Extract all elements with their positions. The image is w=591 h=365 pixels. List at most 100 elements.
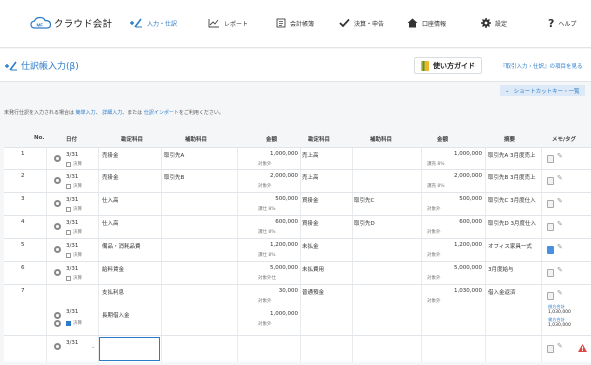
debit-account[interactable]: 給料賃金 <box>102 265 124 273</box>
summary[interactable]: 借入金返済 <box>488 288 516 296</box>
memo-icon[interactable] <box>547 246 554 254</box>
summary[interactable]: 3月度給与 <box>488 265 514 273</box>
debit-account[interactable]: 売掛金 <box>102 151 119 159</box>
summary[interactable]: 取引先C 3月度仕入 <box>488 196 536 204</box>
paperclip-icon[interactable]: ✎ <box>557 197 563 205</box>
page-title: 仕訳帳入力(β) <box>4 59 79 72</box>
closing-checkbox[interactable] <box>66 276 71 281</box>
shortcut-keys-button[interactable]: ⌄ ショートカットキー・一覧 <box>500 85 585 96</box>
memo-icon[interactable] <box>547 223 554 231</box>
row-select-radio[interactable] <box>54 246 61 253</box>
debit-sub-account[interactable]: 取引先A <box>164 151 184 159</box>
date-cell[interactable]: 3/31 <box>66 266 78 272</box>
debit-amount[interactable]: 500,000 <box>275 196 298 202</box>
memo-icon[interactable] <box>547 292 554 300</box>
debit-sub-account[interactable]: 取引先B <box>164 173 184 181</box>
debit-amount[interactable]: 1,000,000 <box>270 151 298 157</box>
row-select-radio[interactable] <box>54 200 61 207</box>
nav-settings[interactable]: 設定 <box>481 13 507 33</box>
memo-icon[interactable] <box>547 177 554 185</box>
credit-amount[interactable]: 500,000 <box>459 196 482 202</box>
summary[interactable]: 取引先D 3月度仕入 <box>488 219 536 227</box>
row-number: 1 <box>21 151 25 157</box>
debit-account[interactable]: 長期借入金 <box>102 311 130 319</box>
paperclip-icon[interactable]: ✎ <box>557 174 563 182</box>
row-select-radio[interactable] <box>54 223 61 230</box>
date-cell[interactable]: 3/31 <box>66 243 78 249</box>
paperclip-icon[interactable]: ✎ <box>557 289 563 297</box>
credit-amount[interactable]: 1,030,000 <box>454 288 482 294</box>
row-select-radio[interactable] <box>54 343 61 350</box>
chart-icon <box>208 18 220 28</box>
paperclip-icon[interactable]: ✎ <box>557 152 563 160</box>
credit-account[interactable]: 買掛金 <box>302 196 319 204</box>
date-cell[interactable]: 3/31 <box>66 152 78 158</box>
credit-amount[interactable]: 1,000,000 <box>454 151 482 157</box>
memo-icon[interactable] <box>547 200 554 208</box>
debit-account[interactable]: 仕入高 <box>102 196 119 204</box>
debit-account[interactable]: 仕入高 <box>102 219 119 227</box>
debit-account[interactable]: 備品・消耗品費 <box>102 242 141 250</box>
credit-account[interactable]: 買掛金 <box>302 219 319 227</box>
journal-import-link[interactable]: 仕訳インポート <box>144 110 179 116</box>
debit-amount[interactable]: 2,000,000 <box>270 173 298 179</box>
date-cell[interactable]: 3/31 <box>66 309 78 315</box>
nav-accounts[interactable]: 口座情報 <box>407 13 446 33</box>
debit-account-input[interactable] <box>99 337 160 361</box>
nav-closing[interactable]: 決算・申告 <box>339 13 384 33</box>
row-select-radio[interactable] <box>54 177 61 184</box>
row-select-radio[interactable] <box>54 155 61 162</box>
usage-guide-button[interactable]: 使い方ガイド <box>414 57 482 74</box>
debit-account[interactable]: 売掛金 <box>102 173 119 181</box>
closing-checkbox[interactable] <box>66 184 71 189</box>
guide-link[interactable]: 『取引入力・仕訳』の項目を見る <box>500 62 583 70</box>
closing-checkbox[interactable] <box>66 207 71 212</box>
closing-checkbox[interactable] <box>66 321 71 326</box>
closing-checkbox[interactable] <box>66 253 71 258</box>
credit-amount[interactable]: 600,000 <box>459 219 482 225</box>
nav-reports[interactable]: レポート <box>208 13 248 33</box>
debit-amount[interactable]: 1,200,000 <box>270 242 298 248</box>
paperclip-icon[interactable]: ✎ <box>557 266 563 274</box>
credit-account[interactable]: 普通預金 <box>302 288 324 296</box>
debit-amount[interactable]: 5,000,000 <box>270 265 298 271</box>
row-select-radio[interactable] <box>54 320 61 327</box>
credit-amount[interactable]: 2,000,000 <box>454 173 482 179</box>
debit-account[interactable]: 支払利息 <box>102 288 124 296</box>
date-cell[interactable]: 3/31 <box>66 220 78 226</box>
credit-account[interactable]: 売上高 <box>302 151 319 159</box>
date-cell[interactable]: 3/31 <box>66 197 78 203</box>
date-cell[interactable]: 3/31 <box>66 174 78 180</box>
credit-account[interactable]: 売上高 <box>302 173 319 181</box>
nav-help[interactable]: ? ヘルプ <box>548 13 576 33</box>
summary[interactable]: 取引先A 3月度売上 <box>488 151 536 159</box>
date-cell[interactable]: 3/31 <box>66 340 78 346</box>
summary[interactable]: オフィス家具一式 <box>488 242 532 250</box>
memo-icon[interactable] <box>547 269 554 277</box>
credit-sub-account[interactable]: 取引先D <box>354 219 375 227</box>
closing-checkbox[interactable] <box>66 230 71 235</box>
nav-input-journal[interactable]: 入力・仕訳 <box>129 13 177 33</box>
credit-account[interactable]: 未払金 <box>302 242 319 250</box>
memo-icon[interactable] <box>547 345 554 353</box>
debit-amount[interactable]: 30,000 <box>279 288 298 294</box>
paperclip-icon[interactable]: ✎ <box>557 243 563 251</box>
credit-account[interactable]: 未払費用 <box>302 265 324 273</box>
closing-checkbox[interactable] <box>66 162 71 167</box>
detailed-input-link[interactable]: 詳細入力 <box>102 110 122 116</box>
row-select-radio[interactable] <box>54 269 61 276</box>
nav-books[interactable]: 会計帳簿 <box>276 13 314 33</box>
row-select-radio[interactable] <box>54 312 61 319</box>
credit-sub-account[interactable]: 取引先C <box>354 196 374 204</box>
credit-amount[interactable]: 5,000,000 <box>454 265 482 271</box>
page-header: 仕訳帳入力(β) 使い方ガイド 『取引入力・仕訳』の項目を見る <box>0 49 591 82</box>
simple-input-link[interactable]: 簡単入力 <box>76 110 96 116</box>
memo-icon[interactable] <box>547 155 554 163</box>
credit-amount[interactable]: 1,200,000 <box>454 242 482 248</box>
paperclip-icon[interactable]: ✎ <box>557 342 563 350</box>
debit-amount[interactable]: 1,000,000 <box>270 311 298 317</box>
app-logo[interactable]: MF クラウド会計 <box>30 13 112 33</box>
summary[interactable]: 取引先B 3月度売上 <box>488 173 536 181</box>
paperclip-icon[interactable]: ✎ <box>557 220 563 228</box>
debit-amount[interactable]: 600,000 <box>275 219 298 225</box>
